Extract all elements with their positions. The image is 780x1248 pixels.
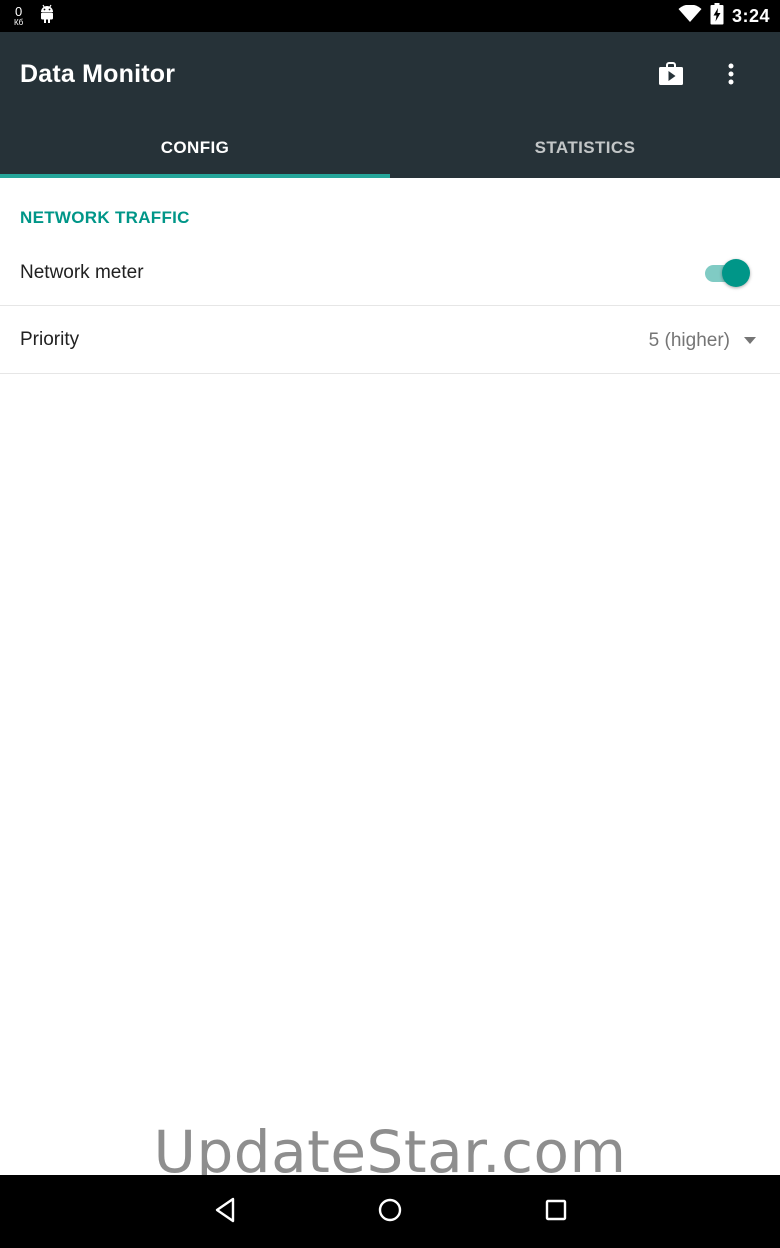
status-bar-left: 0 Кб — [14, 0, 55, 32]
priority-value: 5 (higher) — [648, 329, 730, 351]
app-title: Data Monitor — [20, 60, 176, 88]
home-icon — [377, 1197, 403, 1228]
switch-thumb — [722, 259, 750, 287]
store-icon — [658, 61, 684, 91]
network-meter-row[interactable]: Network meter — [0, 240, 780, 306]
navigation-bar — [0, 1175, 780, 1248]
recents-button[interactable] — [535, 1191, 577, 1233]
back-button[interactable] — [204, 1191, 246, 1233]
android-icon — [39, 4, 55, 29]
recents-icon — [544, 1198, 568, 1227]
priority-dropdown[interactable]: 5 (higher) — [649, 307, 756, 374]
back-icon — [213, 1197, 237, 1228]
dropdown-arrow-icon — [744, 337, 756, 344]
store-button[interactable] — [651, 56, 691, 96]
network-meter-switch[interactable] — [703, 259, 751, 287]
status-time: 3:24 — [731, 5, 770, 26]
priority-row[interactable]: Priority 5 (higher) — [0, 307, 780, 374]
data-counter-unit: Кб — [14, 18, 24, 27]
data-counter-value: 0 — [15, 4, 23, 19]
battery-charging-icon — [710, 2, 724, 30]
data-counter: 0 Кб — [14, 5, 23, 27]
section-header-network-traffic: NETWORK TRAFFIC — [20, 208, 190, 227]
wifi-icon — [678, 4, 702, 28]
network-meter-label: Network meter — [20, 261, 144, 283]
status-bar: 0 Кб 3:24 — [0, 0, 780, 32]
tab-config[interactable]: CONFIG — [0, 118, 390, 178]
tab-bar: CONFIG STATISTICS — [0, 118, 780, 178]
tab-statistics[interactable]: STATISTICS — [390, 118, 780, 178]
app-bar: Data Monitor CONFIG STATISTICS — [0, 32, 780, 178]
home-button[interactable] — [369, 1191, 411, 1233]
priority-label: Priority — [20, 329, 80, 350]
overflow-menu-icon — [727, 62, 735, 91]
overflow-menu-button[interactable] — [711, 56, 751, 96]
status-bar-right: 3:24 — [678, 0, 770, 32]
tab-indicator — [0, 174, 390, 178]
